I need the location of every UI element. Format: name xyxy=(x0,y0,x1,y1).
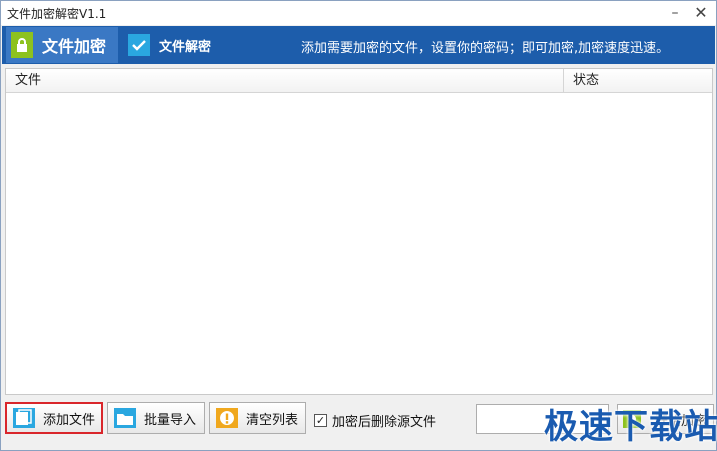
title-bar: 文件加密解密V1.1 – ✕ xyxy=(1,1,716,25)
check-icon xyxy=(128,34,150,56)
tab-encrypt-label: 文件加密 xyxy=(42,37,107,56)
add-file-label: 添加文件 xyxy=(43,412,96,428)
start-encrypt-label: 开始加密 xyxy=(655,413,708,429)
tab-encrypt[interactable]: 文件加密 xyxy=(6,27,118,63)
start-encrypt-icon xyxy=(621,408,643,430)
file-list[interactable]: 文件 状态 xyxy=(5,68,713,395)
start-encrypt-button[interactable]: 开始加密 xyxy=(617,404,714,434)
batch-import-label: 批量导入 xyxy=(144,412,197,428)
app-window: 文件加密解密V1.1 – ✕ 文件加密 文件解密 添加需要加密的文件，设置你的密… xyxy=(0,0,717,451)
column-header-status[interactable]: 状态 xyxy=(564,69,712,93)
close-button[interactable]: ✕ xyxy=(691,3,711,23)
column-header-file[interactable]: 文件 xyxy=(6,69,564,93)
window-title: 文件加密解密V1.1 xyxy=(7,7,107,21)
add-file-button[interactable]: 添加文件 xyxy=(5,402,103,434)
file-list-header: 文件 状态 xyxy=(6,69,712,93)
tab-hint: 添加需要加密的文件，设置你的密码；即可加密,加密速度迅速。 xyxy=(301,41,670,56)
delete-source-checkbox[interactable]: ✓ xyxy=(314,414,327,427)
minimize-button[interactable]: – xyxy=(665,3,685,23)
tab-decrypt-label: 文件解密 xyxy=(159,39,212,55)
lock-icon xyxy=(11,32,33,58)
add-file-icon xyxy=(11,406,37,430)
clear-list-button[interactable]: 清空列表 xyxy=(209,402,306,434)
warning-icon xyxy=(214,406,240,430)
folder-icon xyxy=(112,406,138,430)
clear-list-label: 清空列表 xyxy=(246,412,299,428)
tab-bar: 文件加密 文件解密 添加需要加密的文件，设置你的密码；即可加密,加密速度迅速。 xyxy=(2,26,715,64)
batch-import-button[interactable]: 批量导入 xyxy=(107,402,205,434)
password-input[interactable] xyxy=(476,404,609,434)
tab-decrypt[interactable]: 文件解密 xyxy=(126,27,236,63)
delete-source-option[interactable]: ✓ 加密后删除源文件 xyxy=(314,411,436,430)
delete-source-label: 加密后删除源文件 xyxy=(332,415,437,430)
